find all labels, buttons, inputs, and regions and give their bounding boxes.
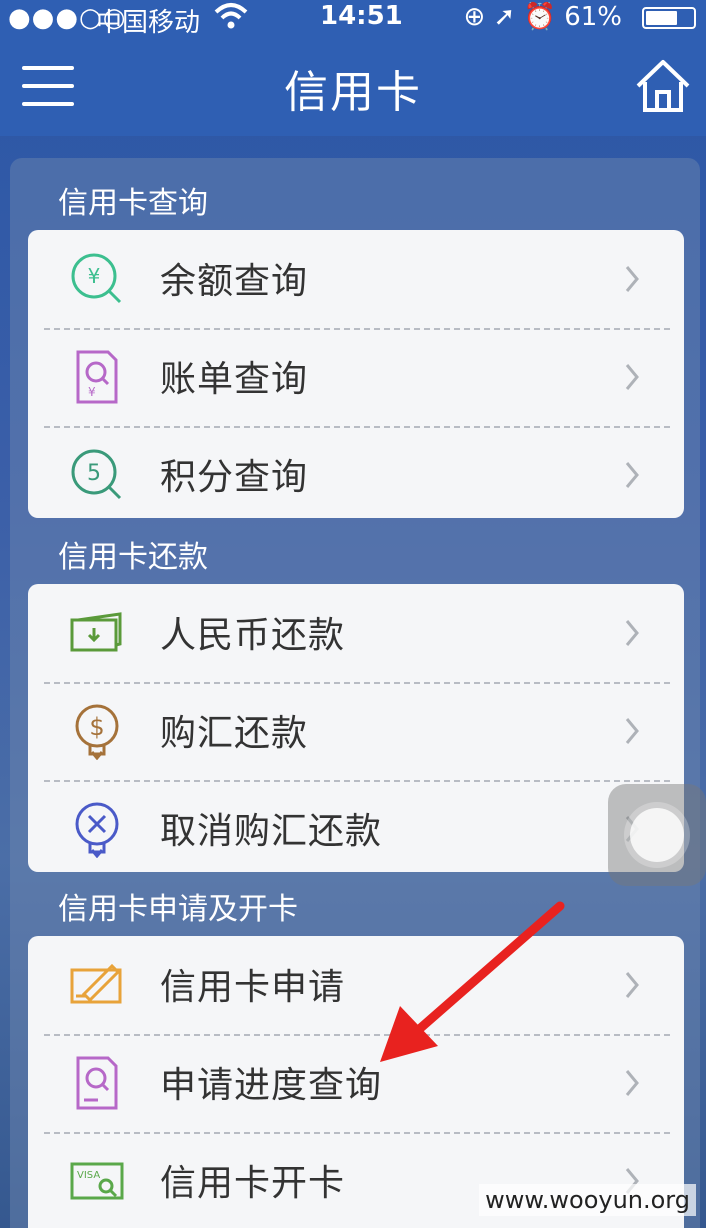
svg-text:¥: ¥ xyxy=(88,385,96,399)
svg-text:$: $ xyxy=(89,713,104,741)
section-title-query: 信用卡查询 xyxy=(58,186,208,221)
item-label: 人民币还款 xyxy=(160,615,346,656)
svg-text:¥: ¥ xyxy=(88,264,101,288)
item-label: 余额查询 xyxy=(160,261,309,302)
list-item-cancel-exchange[interactable]: 取消购汇还款 xyxy=(28,780,684,872)
card-apply-icon xyxy=(68,956,126,1014)
battery-percent: 61% xyxy=(564,2,622,32)
bill-search-icon: ¥ xyxy=(68,348,126,406)
list-item-card-apply[interactable]: 信用卡申请 xyxy=(28,936,684,1034)
list-item-rmb-repay[interactable]: 人民币还款 xyxy=(28,584,684,682)
battery-icon xyxy=(642,7,696,29)
chevron-right-icon xyxy=(624,362,640,392)
status-bar: ●●●○○ 中国移动 14:51 ⊕ ➚ ⏰ 61% xyxy=(0,0,706,38)
wifi-icon xyxy=(214,2,248,37)
item-label: 信用卡申请 xyxy=(160,967,346,1008)
chevron-right-icon xyxy=(624,1068,640,1098)
chevron-right-icon xyxy=(624,716,640,746)
home-icon[interactable] xyxy=(634,58,692,114)
chevron-right-icon xyxy=(624,460,640,490)
status-icons: ⊕ ➚ ⏰ xyxy=(463,2,556,32)
card-repay: 人民币还款 $ 购汇还款 取消购汇还款 xyxy=(28,584,684,872)
chevron-right-icon xyxy=(624,264,640,294)
card-activate-icon: VISA xyxy=(68,1152,126,1210)
list-item-progress[interactable]: 申请进度查询 xyxy=(28,1034,684,1132)
list-item-points[interactable]: 5 积分查询 xyxy=(28,426,684,518)
status-indicators: ⊕ ➚ ⏰ 61% xyxy=(463,2,622,32)
assistive-touch-button[interactable] xyxy=(608,784,706,886)
list-item-balance[interactable]: ¥ 余额查询 xyxy=(28,230,684,328)
cancel-exchange-icon xyxy=(68,800,126,859)
item-label: 购汇还款 xyxy=(160,713,309,754)
section-title-apply: 信用卡申请及开卡 xyxy=(58,892,298,927)
carrier-name: 中国移动 xyxy=(96,8,201,38)
clock: 14:51 xyxy=(320,1,403,31)
rmb-repay-icon xyxy=(68,604,126,662)
card-query: ¥ 余额查询 ¥ 账单查询 5 积分查询 xyxy=(28,230,684,518)
progress-search-icon xyxy=(68,1054,126,1112)
item-label: 积分查询 xyxy=(160,457,309,498)
points-search-icon: 5 xyxy=(68,446,126,504)
item-label: 取消购汇还款 xyxy=(160,811,383,852)
exchange-repay-icon: $ xyxy=(68,702,126,761)
item-label: 信用卡开卡 xyxy=(160,1163,346,1204)
page-title: 信用卡 xyxy=(284,67,422,118)
item-label: 账单查询 xyxy=(160,359,309,400)
annotation-arrow xyxy=(370,896,580,1066)
section-title-repay: 信用卡还款 xyxy=(58,540,208,575)
watermark-text: www.wooyun.org xyxy=(479,1184,696,1216)
svg-text:VISA: VISA xyxy=(77,1170,100,1181)
chevron-right-icon xyxy=(624,618,640,648)
item-label: 申请进度查询 xyxy=(160,1065,383,1106)
nav-bar: 信用卡 xyxy=(0,36,706,136)
chevron-right-icon xyxy=(624,970,640,1000)
list-item-exchange-repay[interactable]: $ 购汇还款 xyxy=(28,682,684,780)
svg-text:5: 5 xyxy=(87,461,101,486)
balance-search-icon: ¥ xyxy=(68,250,126,308)
list-item-bill[interactable]: ¥ 账单查询 xyxy=(28,328,684,426)
